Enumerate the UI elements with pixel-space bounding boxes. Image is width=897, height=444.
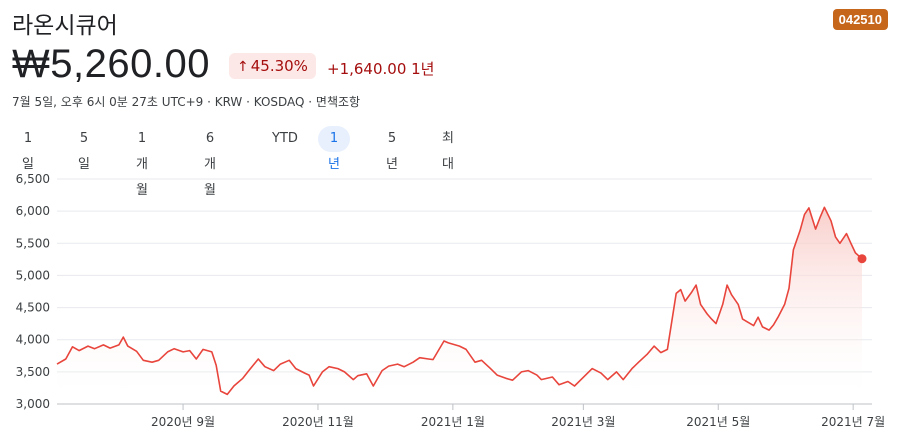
price-area xyxy=(57,207,862,404)
y-tick-label: 6,000 xyxy=(16,204,50,218)
x-tick-label: 2020년 11월 xyxy=(282,415,354,429)
y-tick-label: 4,000 xyxy=(16,333,50,347)
x-tick-label: 2021년 5월 xyxy=(686,415,750,429)
x-tick-label: 2021년 3월 xyxy=(551,415,615,429)
price-chart[interactable]: 3,000 3,500 4,000 4,500 5,000 5,500 6,000 6,500… xyxy=(0,0,897,444)
y-tick-label: 6,500 xyxy=(16,172,50,186)
y-tick-label: 3,500 xyxy=(16,365,50,379)
x-tick-label: 2021년 7월 xyxy=(821,415,885,429)
current-price-marker xyxy=(857,254,867,264)
x-tick-label: 2021년 1월 xyxy=(421,415,485,429)
x-tick-label: 2020년 9월 xyxy=(151,415,215,429)
y-tick-label: 5,500 xyxy=(16,236,50,250)
y-tick-label: 4,500 xyxy=(16,301,50,315)
y-tick-label: 3,000 xyxy=(16,397,50,411)
y-tick-label: 5,000 xyxy=(16,268,50,282)
